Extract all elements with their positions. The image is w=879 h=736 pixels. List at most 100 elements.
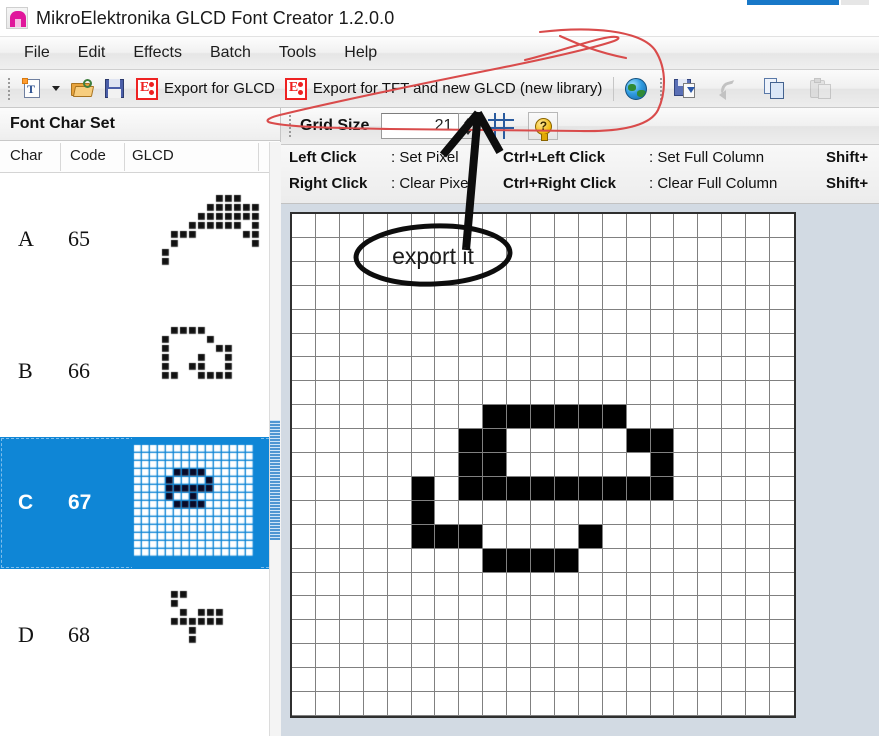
pixel-cell[interactable] [507, 309, 532, 334]
toolbar-grip[interactable] [4, 75, 14, 102]
pixel-cell[interactable] [554, 500, 579, 525]
pixel-cell[interactable] [435, 596, 460, 621]
pixel-cell[interactable] [411, 644, 436, 669]
pixel-cell[interactable] [650, 405, 675, 430]
pixel-cell[interactable] [387, 572, 412, 597]
pixel-cell[interactable] [554, 572, 579, 597]
pixel-cell[interactable] [626, 333, 651, 358]
pixel-cell[interactable] [435, 692, 460, 716]
pixel-cell[interactable] [339, 261, 364, 286]
pixel-cell[interactable] [315, 500, 340, 525]
pixel-cell[interactable] [507, 620, 532, 645]
column-header-code[interactable]: Code [70, 147, 106, 164]
pixel-cell[interactable] [507, 285, 532, 310]
pixel-cell[interactable] [315, 285, 340, 310]
pixel-cell[interactable] [531, 285, 555, 310]
pixel-cell[interactable] [578, 668, 603, 693]
list-item[interactable]: D 68 [0, 569, 280, 701]
pixel-cell[interactable] [315, 333, 340, 358]
pixel-cell[interactable] [650, 644, 675, 669]
pixel-cell[interactable] [387, 500, 412, 525]
pixel-cell[interactable] [674, 285, 699, 310]
pixel-cell[interactable] [339, 692, 364, 716]
pixel-cell[interactable] [339, 453, 364, 477]
pixel-cell[interactable] [770, 453, 794, 477]
pixel-cell[interactable] [770, 381, 794, 406]
pixel-cell[interactable] [602, 500, 627, 525]
pixel-cell[interactable] [411, 214, 436, 238]
pixel-cell[interactable] [363, 429, 388, 454]
column-divider-3[interactable] [258, 143, 259, 171]
pixel-cell[interactable] [746, 572, 771, 597]
pixel-cell[interactable] [626, 548, 651, 573]
pixel-cell[interactable] [602, 668, 627, 693]
pixel-cell[interactable] [722, 237, 747, 262]
pixel-cell[interactable] [363, 572, 388, 597]
pixel-cell[interactable] [770, 214, 794, 238]
save-button[interactable] [99, 74, 131, 104]
pixel-cell[interactable] [770, 524, 794, 549]
pixel-cell[interactable] [554, 453, 579, 477]
pixel-cell[interactable] [698, 524, 723, 549]
pixel-cell[interactable] [507, 429, 532, 454]
pixel-cell[interactable] [411, 381, 436, 406]
column-header-char[interactable]: Char [10, 147, 43, 164]
pixel-cell[interactable] [363, 261, 388, 286]
pixel-cell[interactable] [554, 692, 579, 716]
pixel-cell[interactable] [483, 620, 508, 645]
pixel-cell[interactable] [411, 668, 436, 693]
chevron-down-icon[interactable] [52, 86, 60, 91]
pixel-cell[interactable] [722, 548, 747, 573]
pixel-cell[interactable] [746, 548, 771, 573]
pixel-cell[interactable] [459, 429, 484, 454]
pixel-cell[interactable] [435, 429, 460, 454]
pixel-cell[interactable] [650, 548, 675, 573]
pixel-cell[interactable] [459, 357, 484, 382]
pixel-cell[interactable] [554, 476, 579, 501]
pixel-cell[interactable] [554, 237, 579, 262]
pixel-cell[interactable] [626, 405, 651, 430]
pixel-cell[interactable] [674, 596, 699, 621]
pixel-cell[interactable] [554, 620, 579, 645]
pixel-cell[interactable] [602, 596, 627, 621]
pixel-cell[interactable] [554, 214, 579, 238]
pixel-cell[interactable] [554, 357, 579, 382]
pixel-cell[interactable] [315, 261, 340, 286]
menu-item-batch[interactable]: Batch [196, 41, 265, 65]
pixel-cell[interactable] [746, 453, 771, 477]
pixel-cell[interactable] [363, 214, 388, 238]
pixel-cell[interactable] [554, 381, 579, 406]
pixel-cell[interactable] [698, 333, 723, 358]
pixel-cell[interactable] [339, 596, 364, 621]
pixel-cell[interactable] [578, 381, 603, 406]
pixel-cell[interactable] [435, 572, 460, 597]
pixel-cell[interactable] [650, 333, 675, 358]
pixel-cell[interactable] [531, 692, 555, 716]
pixel-cell[interactable] [746, 524, 771, 549]
pixel-cell[interactable] [746, 237, 771, 262]
pixel-cell[interactable] [698, 237, 723, 262]
pixel-cell[interactable] [722, 429, 747, 454]
pixel-cell[interactable] [722, 620, 747, 645]
pixel-cell[interactable] [387, 476, 412, 501]
pixel-cell[interactable] [315, 357, 340, 382]
menu-item-file[interactable]: File [10, 41, 64, 65]
pixel-cell[interactable] [435, 333, 460, 358]
pixel-cell[interactable] [531, 237, 555, 262]
pixel-cell[interactable] [315, 668, 340, 693]
pixel-cell[interactable] [435, 668, 460, 693]
pixel-cell[interactable] [746, 476, 771, 501]
pixel-cell[interactable] [698, 285, 723, 310]
pixel-cell[interactable] [363, 333, 388, 358]
pixel-cell[interactable] [722, 357, 747, 382]
pixel-cell[interactable] [650, 500, 675, 525]
pixel-cell[interactable] [435, 620, 460, 645]
pixel-cell[interactable] [698, 668, 723, 693]
pixel-cell[interactable] [292, 357, 316, 382]
pixel-cell[interactable] [770, 572, 794, 597]
pixel-cell[interactable] [315, 620, 340, 645]
pixel-cell[interactable] [483, 692, 508, 716]
pixel-cell[interactable] [459, 453, 484, 477]
pixel-cell[interactable] [626, 309, 651, 334]
pixel-cell[interactable] [411, 692, 436, 716]
